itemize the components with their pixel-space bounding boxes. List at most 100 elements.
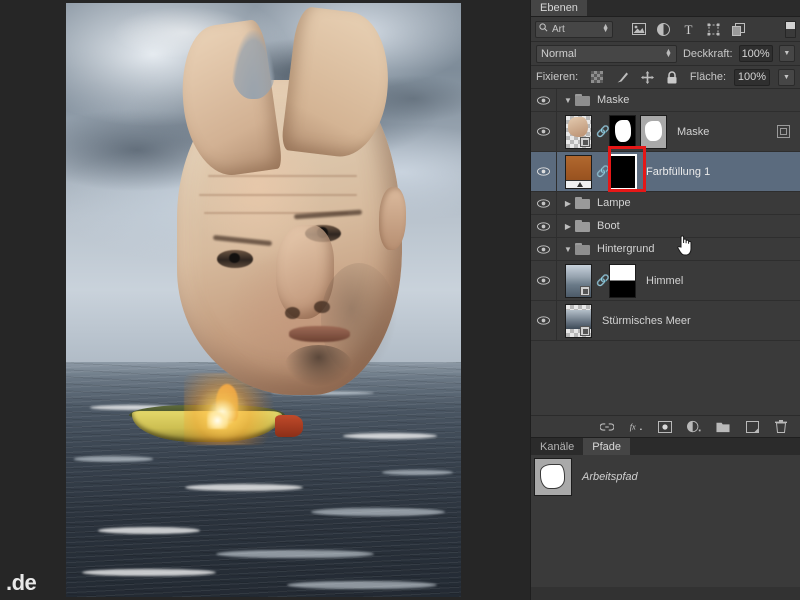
layer-mask-thumbnail[interactable] (608, 153, 637, 190)
paths-panel-body: Arbeitspfad (531, 455, 800, 587)
panel-tabstrip: Ebenen (531, 0, 800, 17)
new-layer-icon[interactable] (745, 420, 759, 434)
filter-icon-group: T (631, 22, 746, 37)
new-adjustment-layer-icon[interactable] (687, 420, 701, 434)
opacity-value[interactable]: 100% (738, 45, 773, 62)
blend-mode-value: Normal (541, 47, 577, 60)
type-layer-filter-icon[interactable]: T (681, 22, 696, 37)
lock-row: Fixieren: Fläche: 100% ▼ (531, 66, 800, 89)
link-mask-icon[interactable]: 🔗 (596, 274, 610, 287)
layer-name[interactable]: Maske (677, 126, 709, 138)
visibility-toggle[interactable] (531, 192, 557, 214)
layer-row-himmel[interactable]: 🔗 Himmel (531, 261, 800, 301)
layer-row-maske-group[interactable]: ▼ Maske (531, 89, 800, 112)
lock-all-icon[interactable] (665, 70, 679, 84)
link-mask-icon[interactable]: 🔗 (596, 125, 610, 138)
layer-row-stuermisches-meer[interactable]: Stürmisches Meer (531, 301, 800, 341)
visibility-toggle[interactable] (531, 89, 557, 111)
visibility-toggle[interactable] (531, 301, 557, 340)
link-mask-icon[interactable]: 🔗 (596, 165, 610, 178)
visibility-toggle[interactable] (531, 261, 557, 300)
visibility-toggle[interactable] (531, 238, 557, 260)
mouse-cursor (676, 234, 692, 256)
fill-value[interactable]: 100% (734, 68, 770, 86)
layer-name[interactable]: Farbfüllung 1 (646, 166, 710, 178)
new-group-icon[interactable] (716, 420, 730, 434)
layer-name[interactable]: Maske (597, 94, 629, 106)
lower-panel-tabstrip: Kanäle Pfade (531, 437, 800, 455)
chevron-down-icon[interactable]: ▼ (561, 245, 575, 254)
pixel-layer-filter-icon[interactable] (631, 22, 646, 37)
chevron-updown-icon[interactable]: ▲ ▼ (602, 23, 609, 34)
layer-thumbnail[interactable] (565, 303, 592, 338)
layer-thumbnails: 🔗 (565, 263, 636, 298)
layer-name[interactable]: Boot (597, 220, 620, 232)
layer-row-lampe-group[interactable]: ▶ Lampe (531, 192, 800, 215)
tab-ebenen[interactable]: Ebenen (531, 0, 587, 16)
visibility-toggle[interactable] (531, 152, 557, 191)
path-name[interactable]: Arbeitspfad (582, 471, 638, 483)
opacity-dropdown-icon[interactable]: ▼ (778, 45, 795, 62)
layers-empty-space (531, 341, 800, 415)
blend-mode-select[interactable]: Normal ▲ ▼ (536, 44, 677, 63)
smart-object-filter-icon[interactable] (731, 22, 746, 37)
visibility-toggle[interactable] (531, 112, 557, 151)
layer-thumbnail[interactable] (565, 114, 592, 149)
layer-row-hintergrund-group[interactable]: ▼ Hintergrund (531, 238, 800, 261)
lock-image-pixels-icon[interactable] (615, 70, 629, 84)
delete-layer-icon[interactable] (774, 420, 788, 434)
filter-enable-toggle[interactable] (785, 20, 796, 38)
watermark: .de (6, 570, 37, 595)
fill-label: Fläche: (689, 71, 726, 83)
path-thumbnail[interactable] (534, 458, 572, 496)
layer-filter-row: Art ▲ ▼ T (531, 17, 800, 42)
tabstrip-filler (586, 0, 800, 16)
distorted-face-render (173, 5, 407, 396)
layer-name[interactable]: Hintergrund (597, 243, 654, 255)
lock-label: Fixieren: (536, 71, 579, 83)
chevron-updown-icon[interactable]: ▲ ▼ (665, 48, 672, 59)
layer-row-farbfuellung-1[interactable]: 🔗 Farbfüllung 1 (531, 146, 800, 192)
layer-thumbnail[interactable] (565, 263, 592, 298)
layer-thumbnails: 🔗 (565, 153, 637, 190)
filter-kind-select[interactable]: Art ▲ ▼ (535, 20, 613, 38)
image-canvas[interactable] (66, 3, 461, 597)
layer-name[interactable]: Lampe (597, 197, 631, 209)
folder-closed-icon (575, 197, 590, 209)
svg-text:T: T (685, 23, 693, 36)
layer-name[interactable]: Stürmisches Meer (602, 315, 691, 327)
layer-mask-thumbnail[interactable] (609, 263, 636, 298)
layer-name[interactable]: Himmel (646, 275, 683, 287)
tab-pfade[interactable]: Pfade (583, 438, 631, 455)
folder-open-icon (575, 94, 590, 106)
link-layers-icon[interactable] (600, 420, 614, 434)
path-row-arbeitspfad[interactable]: Arbeitspfad (531, 455, 800, 499)
chevron-right-icon[interactable]: ▶ (561, 199, 575, 208)
chevron-right-icon[interactable]: ▶ (561, 222, 575, 231)
layer-row-maske[interactable]: 🔗 Maske (531, 112, 800, 152)
lock-transparent-pixels-icon[interactable] (590, 70, 604, 84)
layer-mask-thumbnail[interactable] (609, 114, 636, 149)
smart-object-indicator-icon (777, 125, 790, 138)
add-layer-mask-icon[interactable] (658, 420, 672, 434)
blend-mode-row: Normal ▲ ▼ Deckkraft: 100% ▼ (531, 42, 800, 66)
lock-position-icon[interactable] (640, 70, 654, 84)
shape-layer-filter-icon[interactable] (706, 22, 721, 37)
folder-open-icon (575, 243, 590, 255)
layer-thumbnails: 🔗 (565, 114, 667, 149)
layer-thumbnails (565, 303, 592, 338)
tab-kanaele[interactable]: Kanäle (531, 438, 584, 455)
chevron-down-icon[interactable]: ▼ (561, 96, 575, 105)
layer-row-boot-group[interactable]: ▶ Boot (531, 215, 800, 238)
lock-icon-group (590, 70, 679, 84)
visibility-toggle[interactable] (531, 215, 557, 237)
layers-panel-toolbar: fx (531, 415, 800, 437)
layers-list: ▼ Maske 🔗 Maske 🔗 Farbfüllung 1 ▶ Lampe … (531, 89, 800, 415)
vector-mask-thumbnail[interactable] (640, 114, 667, 149)
filter-kind-label: Art (552, 23, 565, 35)
layers-panel-body: Art ▲ ▼ T Normal ▲ ▼ Deckkraft: 100% ▼ F… (531, 17, 800, 587)
fill-layer-thumbnail[interactable] (565, 154, 592, 189)
adjustment-layer-filter-icon[interactable] (656, 22, 671, 37)
layer-style-fx-icon[interactable]: fx (629, 420, 643, 434)
fill-dropdown-icon[interactable]: ▼ (778, 68, 795, 86)
